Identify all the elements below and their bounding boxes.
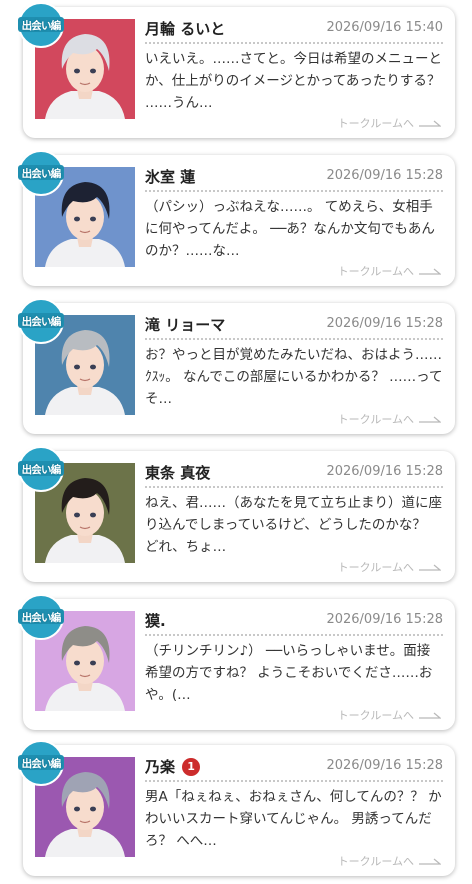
message-preview: （チリンチリン♪） ──いらっしゃいませ。面接希望の方ですね？ ようこそおいでく… xyxy=(145,643,433,703)
talk-room-link[interactable]: トークルームへ xyxy=(338,559,441,575)
talk-room-link[interactable]: トークルームへ xyxy=(338,853,441,869)
character-name: 乃楽 1 xyxy=(145,756,201,777)
timestamp: 2026/09/16 15:28 xyxy=(326,464,443,479)
character-name: 東条 真夜 xyxy=(145,464,211,482)
arrow-right-icon xyxy=(419,857,441,865)
encounter-badge: 出会い編 xyxy=(17,297,65,345)
encounter-badge: 出会い編 xyxy=(17,445,65,493)
divider xyxy=(145,42,443,44)
arrow-right-icon xyxy=(419,711,441,719)
message-preview: （パシッ）っぶねえな……。 てめえら、女相手に何やってんだよ。 ──あ？なんか文… xyxy=(145,199,435,259)
encounter-badge: 出会い編 xyxy=(17,593,65,641)
timestamp: 2026/09/16 15:28 xyxy=(326,168,443,183)
character-name: 滝 リョーマ xyxy=(145,316,226,334)
unread-count-badge: 1 xyxy=(182,757,201,776)
arrow-right-icon xyxy=(419,267,441,275)
arrow-right-icon xyxy=(419,119,441,127)
talk-room-link[interactable]: トークルームへ xyxy=(338,707,441,723)
divider xyxy=(145,486,443,488)
arrow-right-icon xyxy=(419,563,441,571)
divider xyxy=(145,338,443,340)
thread-card-2[interactable]: 出会い編 滝 リョーマ 2026/09/16 15:28 お？やっと目が覚めたみ… xyxy=(18,298,455,434)
thread-card-1[interactable]: 出会い編 氷室 蓮 2026/09/16 15:28 （パシッ）っぶねえな……。… xyxy=(18,150,455,286)
divider xyxy=(145,780,443,782)
message-preview: ねえ、君……（あなたを見て立ち止まり）道に座り込んでしまっているけど、どうしたの… xyxy=(145,495,442,555)
message-preview: 男A「ねぇねぇ、おねぇさん、何してんの？？ かわいいスカート穿いてんじゃん。 男… xyxy=(145,789,442,849)
timestamp: 2026/09/16 15:28 xyxy=(326,612,443,627)
message-preview: いえいえ。……さてと。今日は希望のメニューとか、仕上がりのイメージとかってあった… xyxy=(145,51,442,111)
character-name: 獏. xyxy=(145,612,166,630)
character-name: 月輪 るいと xyxy=(145,20,226,38)
divider xyxy=(145,190,443,192)
talk-room-link[interactable]: トークルームへ xyxy=(338,411,441,427)
thread-card-0[interactable]: 出会い編 月輪 るいと 2026/09/16 15:40 いえいえ。……さてと。… xyxy=(18,2,455,138)
message-preview: お？やっと目が覚めたみたいだね、おはよう……ｸｽｯ。 なんでこの部屋にいるかわか… xyxy=(145,347,443,407)
thread-card-5[interactable]: 出会い編 乃楽 1 2026/09/16 15:28 男A「ねぇねぇ、おねぇさん… xyxy=(18,740,455,876)
encounter-badge: 出会い編 xyxy=(17,739,65,787)
talk-room-link[interactable]: トークルームへ xyxy=(338,115,441,131)
encounter-badge: 出会い編 xyxy=(17,149,65,197)
encounter-badge: 出会い編 xyxy=(17,1,65,49)
character-name: 氷室 蓮 xyxy=(145,168,196,186)
arrow-right-icon xyxy=(419,415,441,423)
thread-card-3[interactable]: 出会い編 東条 真夜 2026/09/16 15:28 ねえ、君……（あなたを見… xyxy=(18,446,455,582)
timestamp: 2026/09/16 15:40 xyxy=(326,20,443,35)
talk-room-link[interactable]: トークルームへ xyxy=(338,263,441,279)
timestamp: 2026/09/16 15:28 xyxy=(326,758,443,773)
thread-card-4[interactable]: 出会い編 獏. 2026/09/16 15:28 （チリンチリン♪） ──いらっ… xyxy=(18,594,455,730)
timestamp: 2026/09/16 15:28 xyxy=(326,316,443,331)
divider xyxy=(145,634,443,636)
